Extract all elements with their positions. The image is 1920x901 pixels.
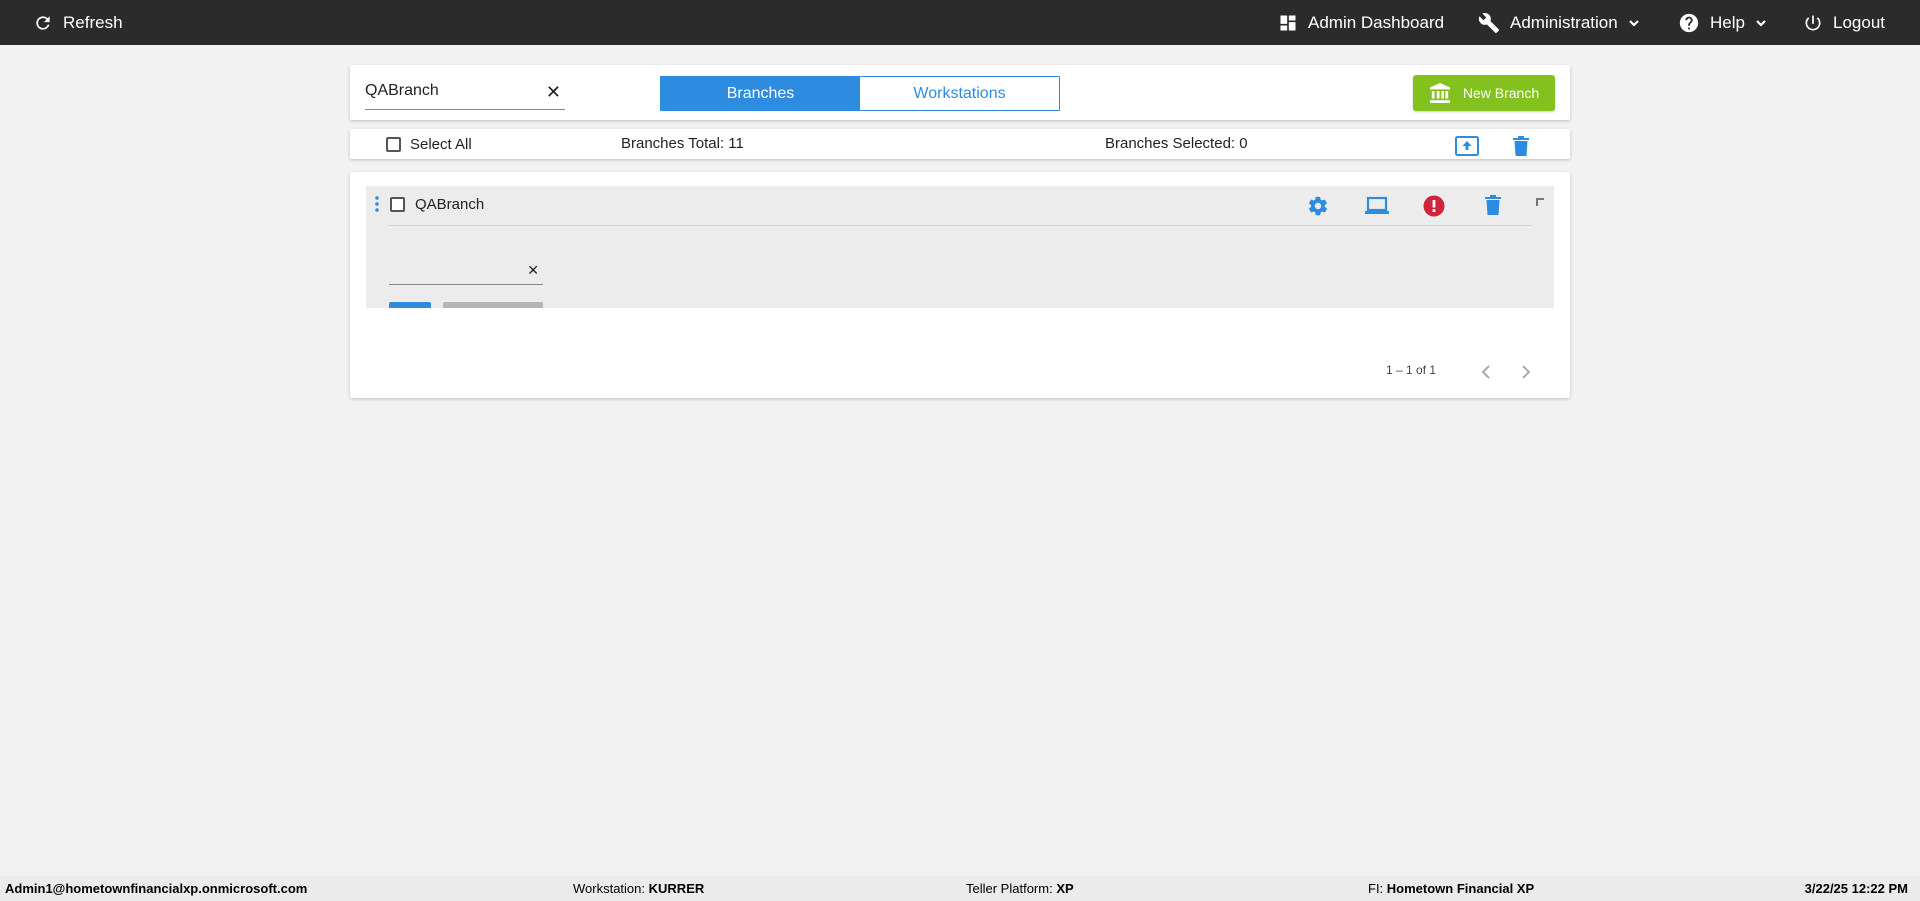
admin-dashboard-label: Admin Dashboard — [1308, 12, 1445, 32]
administration-menu[interactable]: Administration — [1478, 0, 1640, 45]
branch-settings-button[interactable] — [1307, 195, 1329, 217]
trash-icon — [1485, 195, 1501, 215]
tab-workstations[interactable]: Workstations — [860, 77, 1059, 110]
footer-workstation: Workstation: KURRER — [573, 881, 705, 896]
branch-name-edit-field: ✕ — [389, 262, 543, 285]
branch-search-field: ✕ — [365, 80, 565, 110]
branch-delete-button[interactable] — [1485, 195, 1501, 215]
info-icon — [1423, 195, 1445, 217]
branch-row-checkbox[interactable] — [390, 197, 405, 212]
branch-name-edit-input[interactable] — [389, 262, 514, 278]
bank-icon — [1429, 83, 1450, 103]
gear-icon — [1308, 196, 1327, 216]
clear-edit-icon[interactable]: ✕ — [527, 262, 539, 279]
refresh-button[interactable]: Refresh — [33, 0, 123, 45]
top-navigation-bar: Refresh Admin Dashboard Administration H… — [0, 0, 1920, 45]
clear-search-icon[interactable]: ✕ — [546, 82, 561, 103]
chevron-right-icon — [1522, 365, 1531, 379]
help-menu[interactable]: Help — [1678, 0, 1767, 45]
logout-button[interactable]: Logout — [1803, 0, 1885, 45]
help-icon — [1679, 13, 1699, 32]
branch-row-name: QABranch — [415, 196, 485, 213]
footer-user: Admin1@hometownfinancialxp.onmicrosoft.c… — [5, 881, 308, 896]
save-edit-button[interactable] — [389, 302, 431, 308]
upload-button[interactable] — [1455, 136, 1479, 156]
view-toggle: Branches Workstations — [660, 76, 1060, 111]
previous-page-button[interactable] — [1480, 364, 1492, 380]
footer-fi: FI: Hometown Financial XP — [1368, 881, 1535, 896]
status-footer: Admin1@hometownfinancialxp.onmicrosoft.c… — [0, 876, 1920, 901]
branch-search-input[interactable] — [365, 80, 535, 102]
power-icon — [1805, 15, 1821, 30]
branch-info-button[interactable] — [1423, 195, 1445, 217]
drag-handle[interactable] — [374, 196, 380, 212]
select-all-checkbox[interactable] — [386, 137, 401, 152]
new-branch-button[interactable]: New Branch — [1413, 75, 1555, 111]
pagination-range: 1 – 1 of 1 — [1386, 363, 1437, 377]
next-page-button[interactable] — [1520, 364, 1532, 380]
refresh-icon — [36, 15, 50, 30]
collapse-row-button[interactable] — [1535, 197, 1545, 207]
branches-selected-text: Branches Selected: 0 — [1105, 135, 1248, 152]
new-branch-label: New Branch — [1462, 85, 1540, 101]
tab-branches[interactable]: Branches — [661, 77, 860, 110]
logout-label: Logout — [1833, 12, 1885, 32]
cancel-edit-button[interactable] — [443, 302, 543, 308]
upload-icon — [1455, 136, 1479, 156]
bulk-delete-button[interactable] — [1513, 136, 1529, 156]
branch-workstations-button[interactable] — [1364, 196, 1390, 216]
dashboard-icon — [1280, 15, 1296, 30]
branches-total-text: Branches Total: 11 — [621, 135, 744, 152]
chevron-left-icon — [1481, 365, 1490, 379]
administration-label: Administration — [1510, 12, 1618, 32]
help-label: Help — [1710, 12, 1745, 32]
wrench-icon — [1478, 12, 1500, 33]
refresh-label: Refresh — [63, 12, 123, 32]
laptop-icon — [1365, 196, 1389, 214]
collapse-corner-icon — [1536, 198, 1544, 206]
chevron-down-icon — [1628, 19, 1639, 27]
drag-handle-icon — [375, 196, 379, 212]
select-all-label: Select All — [410, 136, 472, 153]
trash-icon — [1513, 136, 1529, 156]
summary-bar — [350, 129, 1570, 159]
chevron-down-icon — [1756, 19, 1766, 27]
row-divider — [389, 225, 1531, 226]
footer-platform: Teller Platform: XP — [966, 881, 1074, 896]
admin-dashboard-link[interactable]: Admin Dashboard — [1278, 0, 1444, 45]
footer-datetime: 3/22/25 12:22 PM — [1804, 881, 1908, 896]
